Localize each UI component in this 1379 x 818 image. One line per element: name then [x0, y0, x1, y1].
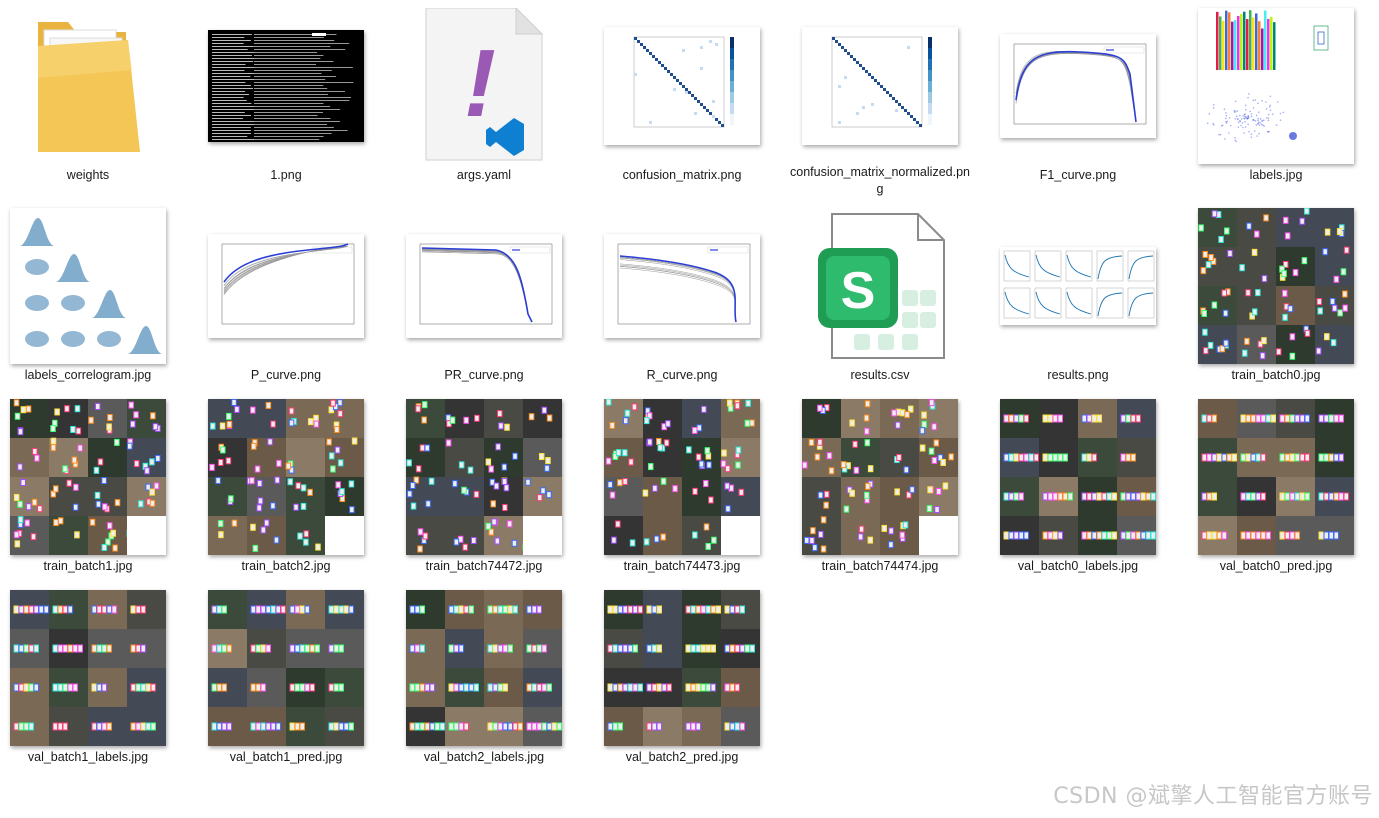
file-name-label[interactable]: confusion_matrix.png	[592, 167, 772, 184]
file-name-label[interactable]: P_curve.png	[196, 367, 376, 384]
jpg-thumbnail[interactable]	[10, 590, 166, 746]
file-item[interactable]: weights	[0, 8, 181, 198]
file-name-label[interactable]: train_batch74472.jpg	[394, 558, 574, 575]
watermark: CSDN @斌擎人工智能官方账号	[1053, 784, 1373, 809]
file-name-label[interactable]: val_batch2_pred.jpg	[592, 749, 772, 766]
file-name-label[interactable]: labels.jpg	[1186, 167, 1366, 184]
png-thumbnail[interactable]	[604, 208, 760, 364]
file-item[interactable]: train_batch2.jpg	[193, 399, 379, 589]
file-name-label[interactable]: val_batch2_labels.jpg	[394, 749, 574, 766]
file-item[interactable]: confusion_matrix.png	[589, 8, 775, 198]
file-name-label[interactable]: R_curve.png	[592, 367, 772, 384]
file-name-label[interactable]: val_batch1_labels.jpg	[0, 749, 178, 766]
file-item[interactable]: val_batch1_labels.jpg	[0, 590, 181, 780]
jpg-thumbnail[interactable]	[1000, 399, 1156, 555]
file-item[interactable]: train_batch74474.jpg	[787, 399, 973, 589]
file-name-label[interactable]: train_batch0.jpg	[1186, 367, 1366, 384]
jpg-thumbnail[interactable]	[802, 399, 958, 555]
file-name-label[interactable]: PR_curve.png	[394, 367, 574, 384]
file-item[interactable]: val_batch2_labels.jpg	[391, 590, 577, 780]
file-item[interactable]: val_batch1_pred.jpg	[193, 590, 379, 780]
file-item[interactable]: R_curve.png	[589, 208, 775, 398]
file-name-label[interactable]: F1_curve.png	[988, 167, 1168, 184]
file-item[interactable]: val_batch0_pred.jpg	[1183, 399, 1369, 589]
file-name-label[interactable]: train_batch74474.jpg	[790, 558, 970, 575]
file-name-label[interactable]: results.png	[988, 367, 1168, 384]
file-grid: weights 1.png! args.yaml confusion_matrix.p…	[0, 0, 1379, 818]
file-item[interactable]: 1.png	[193, 8, 379, 198]
file-name-label[interactable]: labels_correlogram.jpg	[0, 367, 178, 384]
jpg-thumbnail[interactable]	[406, 590, 562, 746]
file-item[interactable]: Sresults.csv	[787, 208, 973, 398]
file-item[interactable]: train_batch74473.jpg	[589, 399, 775, 589]
png-thumbnail[interactable]	[1000, 8, 1156, 164]
file-item[interactable]: F1_curve.png	[985, 8, 1171, 198]
file-item[interactable]: confusion_matrix_normalized.png	[787, 8, 973, 198]
file-item[interactable]: val_batch2_pred.jpg	[589, 590, 775, 780]
yaml-file-icon[interactable]: !	[406, 8, 562, 164]
file-item[interactable]: labels.jpg	[1183, 8, 1369, 198]
file-name-label[interactable]: train_batch2.jpg	[196, 558, 376, 575]
file-item[interactable]: ! args.yaml	[391, 8, 577, 198]
jpg-thumbnail[interactable]	[604, 399, 760, 555]
jpg-thumbnail[interactable]	[10, 208, 166, 364]
file-name-label[interactable]: results.csv	[790, 367, 970, 384]
file-name-label[interactable]: 1.png	[196, 167, 376, 184]
file-item[interactable]: P_curve.png	[193, 208, 379, 398]
file-item[interactable]: train_batch1.jpg	[0, 399, 181, 589]
csv-file-icon[interactable]: S	[802, 208, 958, 364]
file-name-label[interactable]: train_batch1.jpg	[0, 558, 178, 575]
jpg-thumbnail[interactable]	[1198, 208, 1354, 364]
jpg-thumbnail[interactable]	[1198, 399, 1354, 555]
file-name-label[interactable]: val_batch1_pred.jpg	[196, 749, 376, 766]
file-name-label[interactable]: val_batch0_pred.jpg	[1186, 558, 1366, 575]
png-thumbnail[interactable]	[1000, 208, 1156, 364]
jpg-thumbnail[interactable]	[208, 399, 364, 555]
png-thumbnail[interactable]	[604, 8, 760, 164]
csv-letter-icon: S	[841, 262, 876, 320]
png-thumbnail[interactable]	[208, 208, 364, 364]
png-thumbnail[interactable]	[802, 8, 958, 161]
jpg-thumbnail[interactable]	[1198, 8, 1354, 164]
file-item[interactable]: results.png	[985, 208, 1171, 398]
file-name-label[interactable]: confusion_matrix_normalized.png	[790, 164, 970, 198]
jpg-thumbnail[interactable]	[208, 590, 364, 746]
file-item[interactable]: train_batch0.jpg	[1183, 208, 1369, 398]
file-item[interactable]: train_batch74472.jpg	[391, 399, 577, 589]
file-item[interactable]: PR_curve.png	[391, 208, 577, 398]
file-name-label[interactable]: train_batch74473.jpg	[592, 558, 772, 575]
file-name-label[interactable]: args.yaml	[394, 167, 574, 184]
folder-icon[interactable]	[10, 8, 166, 164]
file-name-label[interactable]: weights	[0, 167, 178, 184]
jpg-thumbnail[interactable]	[10, 399, 166, 555]
file-name-label[interactable]: val_batch0_labels.jpg	[988, 558, 1168, 575]
jpg-thumbnail[interactable]	[604, 590, 760, 746]
file-item[interactable]: val_batch0_labels.jpg	[985, 399, 1171, 589]
png-thumbnail[interactable]	[208, 8, 364, 164]
file-item[interactable]: labels_correlogram.jpg	[0, 208, 181, 398]
png-thumbnail[interactable]	[406, 208, 562, 364]
jpg-thumbnail[interactable]	[406, 399, 562, 555]
yaml-exclamation-icon: !	[464, 30, 496, 137]
